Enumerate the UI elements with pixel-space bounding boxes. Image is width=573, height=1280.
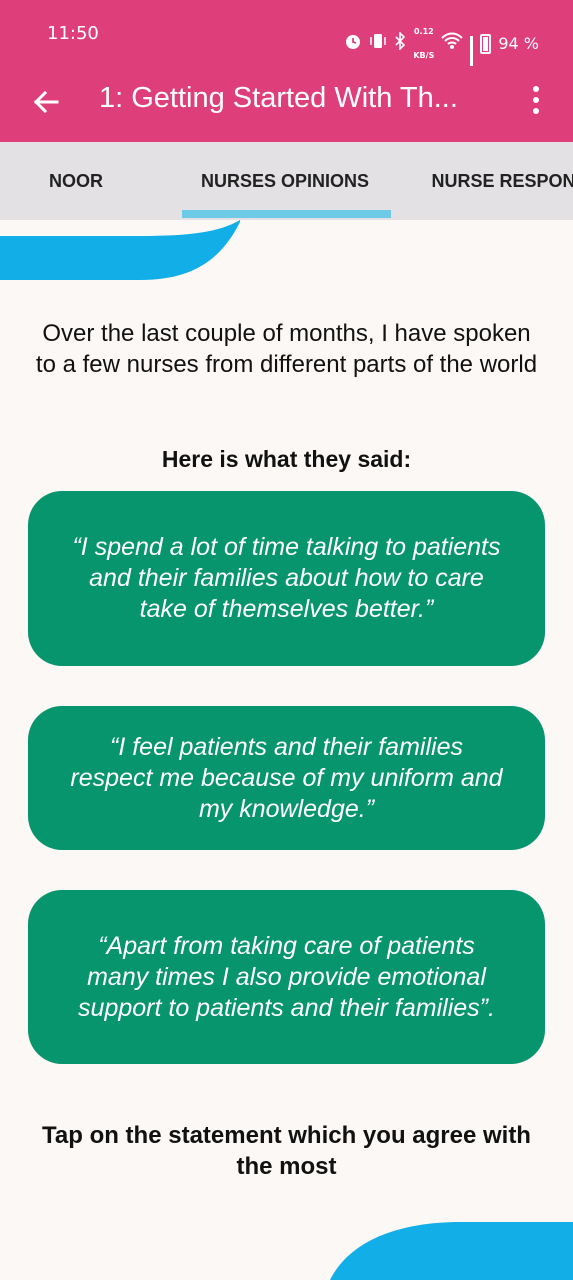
tab-label: NURSE RESPONSIBILITI [431, 171, 573, 191]
instruction-text: Tap on the statement which you agree wit… [42, 1122, 531, 1180]
network-speed-value: 0.12 [413, 27, 434, 36]
network-speed-unit: KB/S [413, 51, 435, 60]
app-bar: 1: Getting Started With Th... [0, 66, 573, 142]
tab-nurses-opinions[interactable]: NURSES OPINIONS [172, 142, 398, 220]
tab-noor[interactable]: NOOR [0, 142, 152, 220]
status-icons: 0.12 KB/S 94 % [344, 20, 539, 77]
network-speed: 0.12 KB/S [413, 20, 434, 68]
bluetooth-icon [394, 30, 406, 57]
alarm-icon [344, 32, 362, 57]
arrow-left-icon [33, 90, 59, 114]
app-title: 1: Getting Started With Th... [99, 82, 458, 114]
more-vertical-icon [533, 86, 539, 92]
statement-text: “I spend a lot of time talking to patien… [72, 533, 501, 623]
status-time: 11:50 [47, 23, 99, 44]
selected-tab-indicator [182, 210, 391, 218]
statement-card[interactable]: “I spend a lot of time talking to patien… [28, 491, 545, 666]
statements-heading: Here is what they said: [161, 446, 412, 472]
status-bar: 11:50 0.12 KB/S 94 % [0, 0, 573, 77]
statement-card[interactable]: “I feel patients and their families resp… [28, 706, 545, 850]
wifi-icon [441, 32, 464, 57]
statement-card[interactable]: “Apart from taking care of patients many… [28, 890, 545, 1064]
back-button[interactable] [24, 80, 68, 124]
tab-label: NOOR [49, 171, 103, 191]
statement-text: “I feel patients and their families resp… [70, 732, 503, 823]
statement-text: “Apart from taking care of patients many… [78, 931, 495, 1022]
battery-icon [480, 34, 492, 54]
intro-text: Over the last couple of months, I have s… [35, 320, 538, 378]
signal-icon [470, 36, 474, 77]
battery-percent: 94 % [498, 34, 539, 53]
tab-nurse-responsibilities[interactable]: NURSE RESPONSIBILITI [410, 142, 573, 220]
more-options-button[interactable] [517, 78, 555, 122]
tab-bar: NOOR NURSES OPINIONS NURSE RESPONSIBILIT… [0, 142, 573, 220]
vibrate-icon [369, 32, 387, 57]
tab-label: NURSES OPINIONS [200, 171, 370, 191]
